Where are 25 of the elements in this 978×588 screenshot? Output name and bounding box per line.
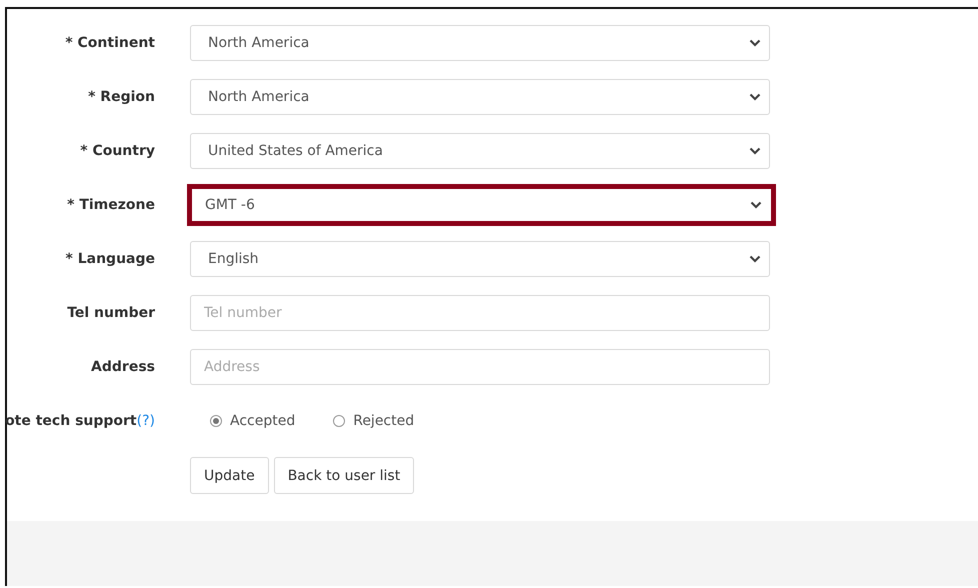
dropdown[interactable]: GMT -6 [187, 184, 776, 226]
radio-label: Accepted [230, 413, 296, 429]
field-label: * Region [88, 89, 155, 105]
input-field[interactable]: Address [190, 349, 770, 385]
dropdown[interactable]: English [190, 241, 770, 277]
radio-button[interactable] [333, 415, 346, 427]
field-label: * Language [66, 251, 155, 267]
chevron-down-icon [749, 93, 761, 101]
radio-label: Rejected [353, 413, 414, 429]
radio-button[interactable] [210, 415, 222, 427]
field-label: Address [91, 359, 155, 375]
chevron-down-icon [749, 39, 761, 47]
field-label: * Timezone [67, 197, 155, 213]
dropdown[interactable]: United States of America [190, 133, 770, 169]
chevron-down-icon [750, 201, 762, 209]
chevron-down-icon [749, 255, 761, 263]
form-button[interactable]: Update [190, 457, 269, 494]
dropdown[interactable]: North America [190, 25, 770, 61]
chevron-down-icon [749, 147, 761, 155]
input-field[interactable]: Tel number [190, 295, 770, 331]
field-label: Tel number [67, 305, 155, 321]
field-label: * Country [80, 143, 155, 159]
form-button[interactable]: Back to user list [274, 457, 414, 494]
field-label: * Continent [65, 35, 155, 51]
dropdown[interactable]: North America [190, 79, 770, 115]
